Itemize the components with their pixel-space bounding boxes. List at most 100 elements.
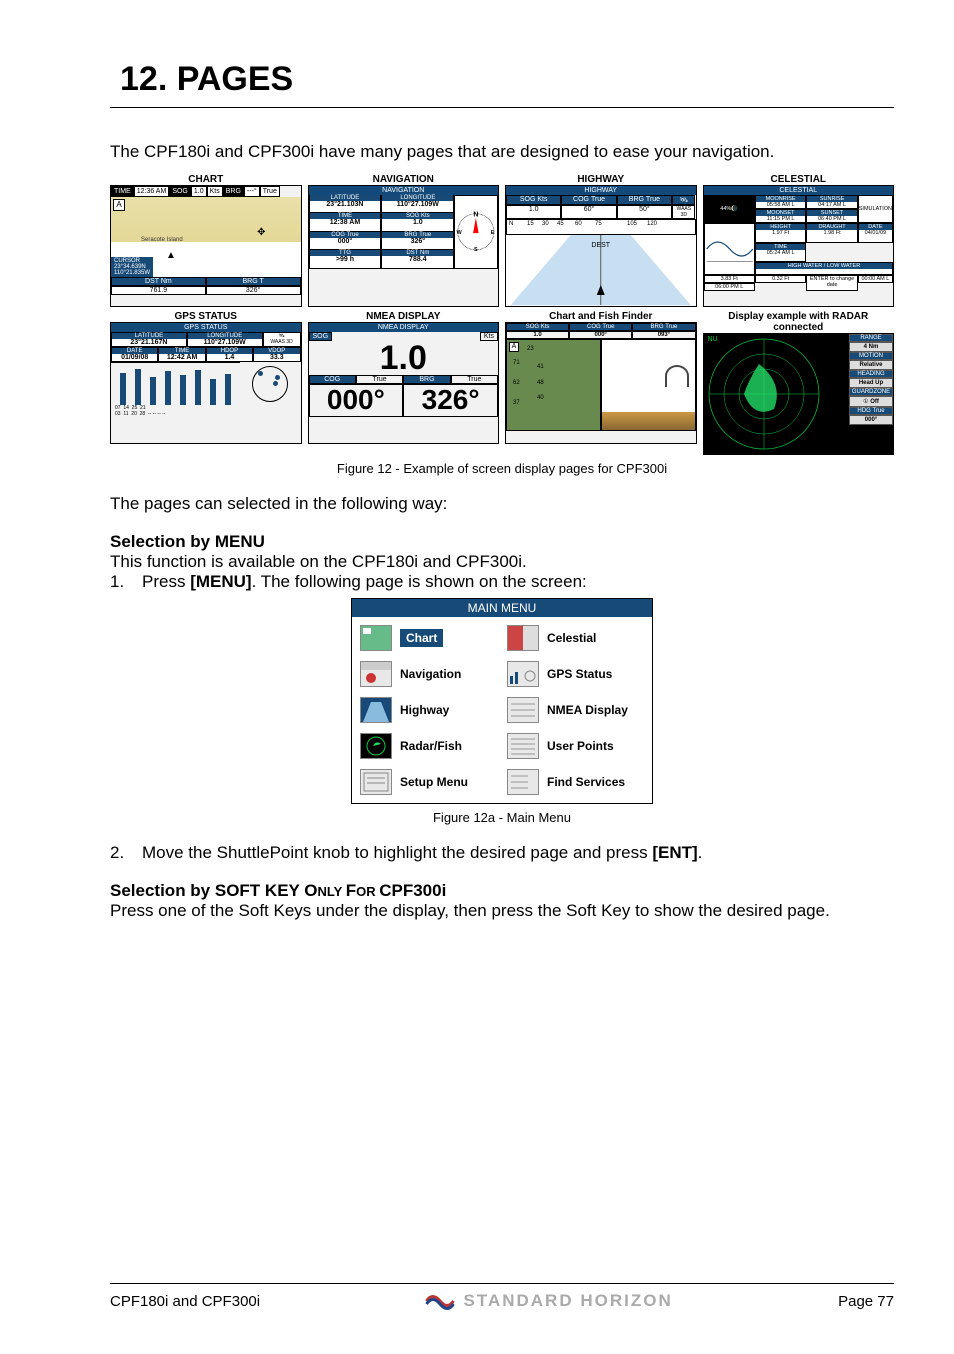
nmea-cog: 000° — [309, 384, 404, 417]
radar-range: 4 Nm — [864, 344, 879, 350]
menu-item-radar-fish: Radar/Fish — [360, 733, 497, 759]
body-text-1: The pages can selected in the following … — [110, 494, 894, 514]
ship-icon: ▲ — [166, 250, 176, 261]
nav-ttg: >99 h — [336, 256, 354, 263]
fig-celestial: CELESTIAL CELESTIAL 44% 🌘 MOONRISE05:58 … — [703, 174, 895, 307]
fig-nav-label: NAVIGATION — [373, 174, 434, 185]
moon-icon: 44% 🌘 — [704, 195, 755, 223]
cel-lw-t: 06:00 PM L — [715, 284, 743, 290]
nav-cog: 000° — [338, 238, 352, 245]
svg-text:S: S — [474, 247, 478, 253]
waas-icon: 🛰 — [672, 195, 695, 205]
list-item-2: 2. Move the ShuttlePoint knob to highlig… — [110, 843, 894, 863]
chart-time-lbl: TIME — [111, 186, 134, 197]
gps-lat: 23°21.167N — [130, 339, 167, 346]
hwy-brg: 50° — [617, 205, 672, 219]
menu-item-gps-status: GPS Status — [507, 661, 644, 687]
brand-logo: STANDARD HORIZON — [425, 1290, 672, 1312]
radar-orient: NU — [708, 336, 718, 343]
cff-chart: A 23 71 62 37 41 48 40 — [506, 339, 601, 431]
cel-time: 05:24 AM L — [767, 250, 795, 256]
cursor-icon: ✥ — [257, 227, 265, 238]
cff-sog: 1.0 — [533, 332, 541, 338]
radar-guard: Off — [870, 399, 879, 405]
gps-lon: 110°27.109W — [204, 339, 246, 346]
menu-item-highway: Highway — [360, 697, 497, 723]
gps-date: 01/09/08 — [121, 354, 148, 361]
nav-dst: 788.4 — [409, 256, 427, 263]
chart-brg: ---° — [244, 186, 260, 197]
radar-scope — [704, 334, 824, 454]
fig-hwy-label: HIGHWAY — [577, 174, 624, 185]
chart-brg2: 326° — [206, 286, 301, 295]
hwy-title: HIGHWAY — [506, 186, 696, 195]
figure12-caption: Figure 12 - Example of screen display pa… — [110, 461, 894, 476]
fig-cel-label: CELESTIAL — [770, 174, 826, 185]
nmea-kts: Kts — [480, 332, 498, 341]
body-text-3: Press one of the Soft Keys under the dis… — [110, 901, 894, 921]
nav-title: NAVIGATION — [309, 186, 499, 195]
gps-sat-ids: 07 14 25 21 03 11 20 28 -- -- -- -- — [111, 405, 301, 417]
section-selection-menu: Selection by MENU — [110, 532, 894, 552]
svg-text:N: N — [474, 211, 479, 218]
menu-item-chart: Chart — [360, 625, 497, 651]
nav-lat: 23°21.103N — [326, 201, 363, 208]
body-text-2: This function is available on the CPF180… — [110, 552, 894, 572]
figure12a-caption: Figure 12a - Main Menu — [110, 810, 894, 825]
svg-text:E: E — [491, 230, 495, 236]
main-menu-figure: MAIN MENU Chart Celestial Navigation GPS… — [110, 598, 894, 804]
chart-sog-lbl: SOG — [169, 186, 191, 197]
main-menu-title: MAIN MENU — [352, 599, 652, 617]
nav-compass: N S E W — [454, 195, 498, 269]
hwy-scale: N1530456075105120 — [506, 219, 696, 235]
fig-nmea: NMEA DISPLAY NMEA DISPLAY SOGKts 1.0 COG… — [308, 311, 500, 455]
cel-height: 1.97 Ft — [772, 230, 789, 236]
chapter-title: 12. PAGES — [120, 60, 894, 99]
svg-text:DEST: DEST — [591, 242, 610, 249]
menu-item-nmea-display: NMEA Display — [507, 697, 644, 723]
gps-bars — [111, 362, 240, 405]
radar-hdg: 000° — [865, 417, 877, 423]
menu-item-user-points: User Points — [507, 733, 644, 759]
fig-gps: GPS STATUS GPS STATUS LATITUDE23°21.167N… — [110, 311, 302, 455]
page-footer: CPF180i and CPF300i STANDARD HORIZON Pag… — [110, 1283, 894, 1312]
fig-radar-label: Display example with RADAR connected — [703, 311, 895, 333]
cel-moonset: 11:15 PM L — [767, 216, 795, 222]
nmea-big: 1.0 — [309, 341, 499, 375]
nav-time: 12:38 AM — [330, 219, 360, 226]
svg-text:W: W — [457, 230, 463, 236]
divider — [110, 107, 894, 108]
chart-dst-lbl: DST Nm — [111, 277, 206, 286]
fig-gps-label: GPS STATUS — [175, 311, 237, 322]
cel-draught: 1.98 Ft — [823, 230, 840, 236]
gps-skyplot — [252, 366, 288, 402]
intro-text: The CPF180i and CPF300i have many pages … — [110, 142, 894, 162]
nav-lon: 110°27.109W — [397, 201, 439, 208]
radar-heading: Head Up — [859, 380, 883, 386]
hwy-cog: 60° — [561, 205, 616, 219]
cel-sim: SIMULATION — [858, 195, 893, 223]
cel-hw-h: 3.83 Ft — [721, 276, 738, 282]
fig-chart: CHART TIME 12:36 AM SOG 1.0 Kts BRG ---°… — [110, 174, 302, 307]
chart-time: 12:36 AM — [134, 186, 170, 197]
cel-sunset: 06:40 PM L — [818, 216, 846, 222]
cel-hw-t: 00:00 AM L — [861, 276, 889, 282]
cel-sunrise: 04:17 AM L — [818, 202, 846, 208]
cff-fish — [601, 339, 696, 431]
cel-lw-h: 0.32 Ft — [772, 276, 789, 282]
nav-sog: 1.0 — [413, 219, 423, 226]
fig-nmea-label: NMEA DISPLAY — [366, 311, 440, 322]
cff-brg: 093° — [658, 332, 670, 338]
nmea-sog-lbl: SOG — [309, 332, 333, 341]
menu-item-setup: Setup Menu — [360, 769, 497, 795]
radar-motion: Relative — [859, 362, 882, 368]
gps-hdop: 1.4 — [225, 354, 235, 361]
cel-moonrise: 05:58 AM L — [767, 202, 795, 208]
chart-sog: 1.0 — [191, 186, 207, 197]
chart-brg2-lbl: BRG T — [206, 277, 301, 286]
footer-left: CPF180i and CPF300i — [110, 1293, 260, 1310]
list-item-1: 1. Press [MENU]. The following page is s… — [110, 572, 894, 592]
menu-item-find-services: Find Services — [507, 769, 644, 795]
chart-true: True — [260, 186, 280, 197]
fig-radar: Display example with RADAR connected NU … — [703, 311, 895, 455]
